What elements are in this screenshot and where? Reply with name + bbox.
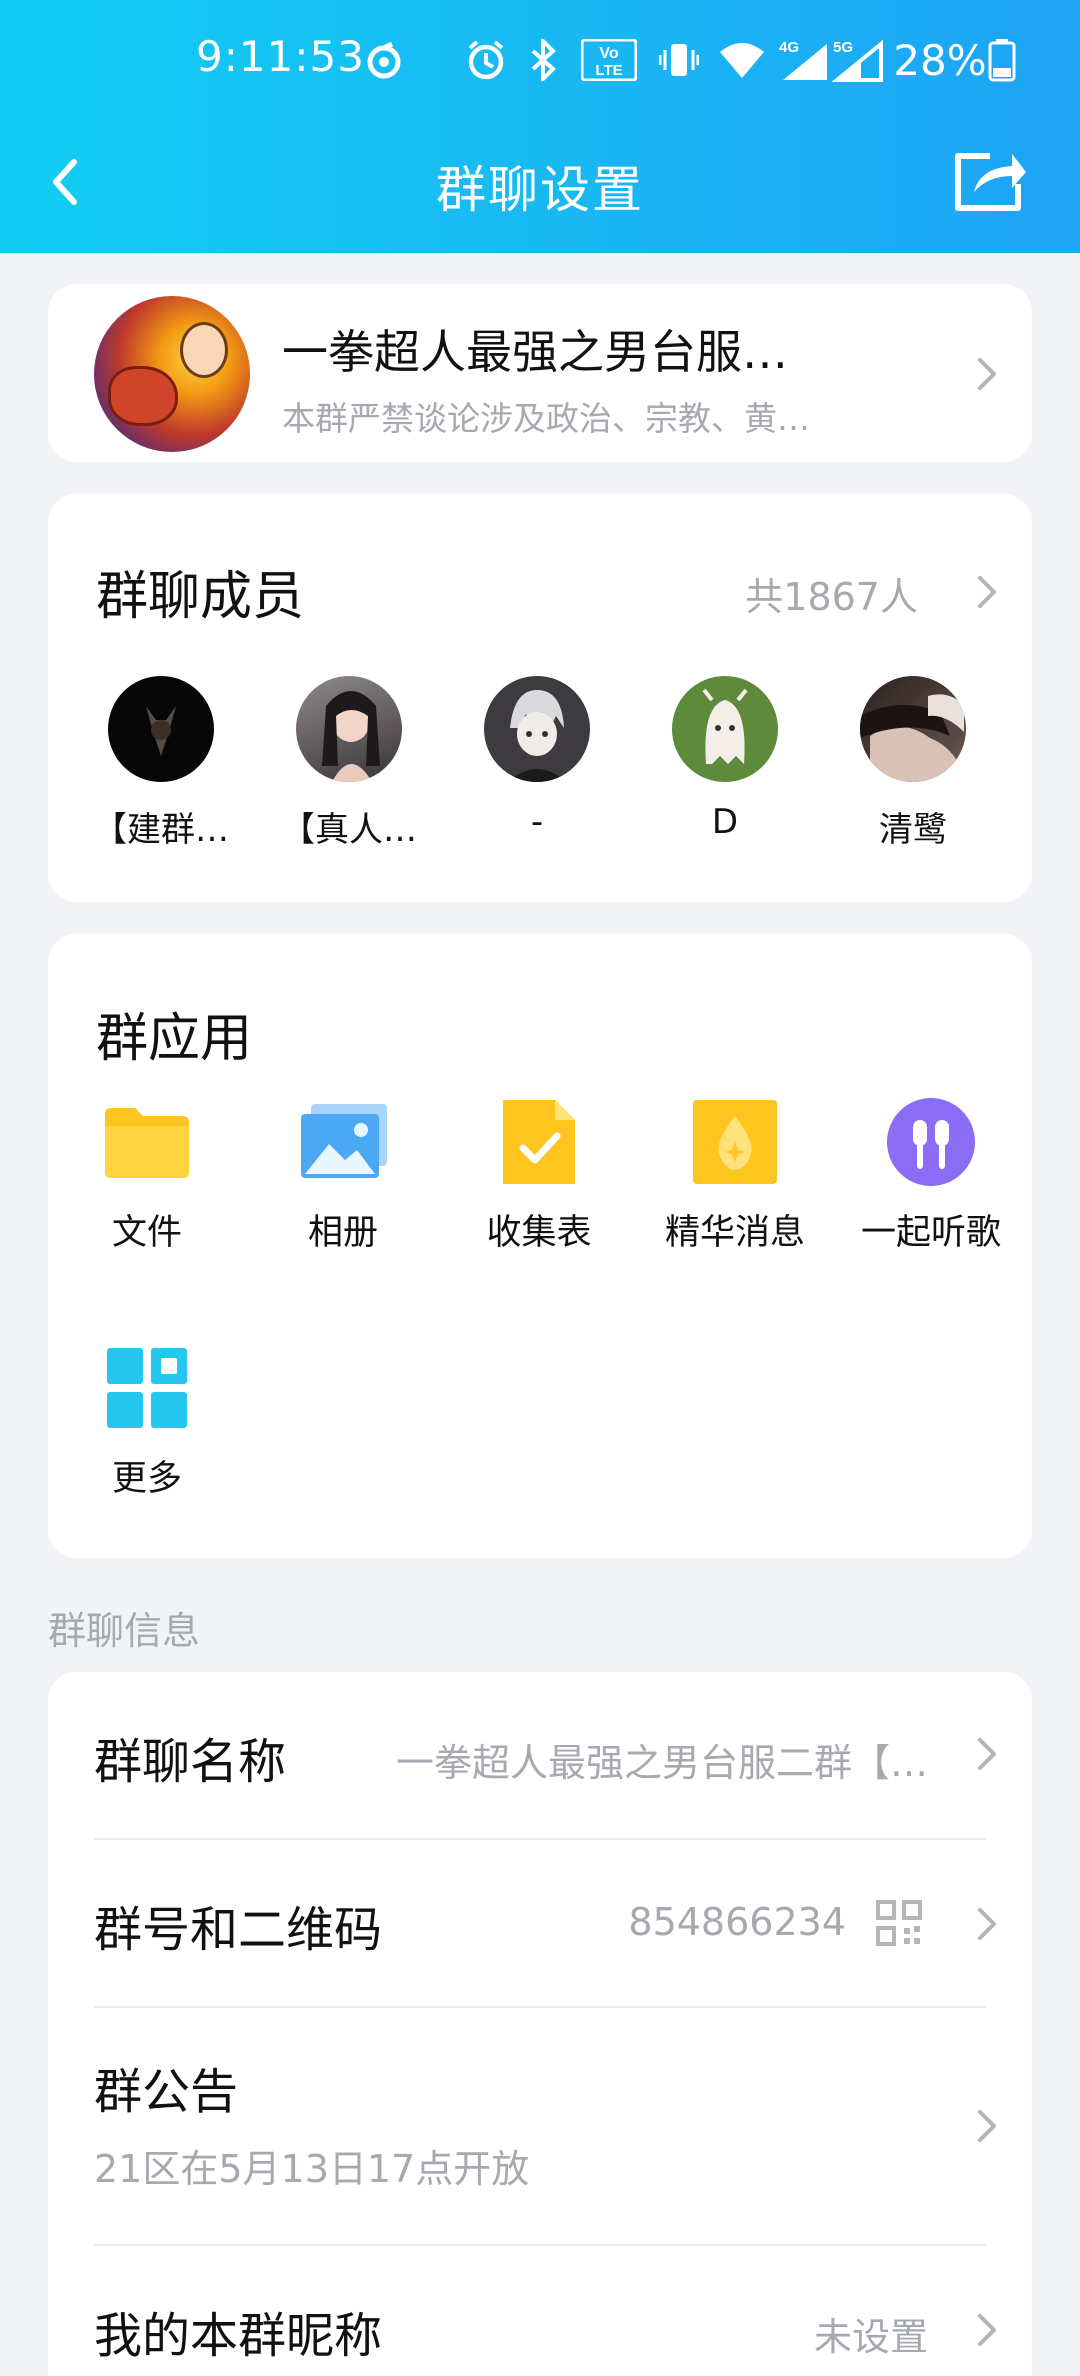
app-more[interactable]: 更多 [52,1342,242,1501]
alarm-icon [462,38,510,82]
member-avatar [296,676,402,782]
app-listen-together[interactable]: 一起听歌 [836,1096,1026,1255]
member-item[interactable]: 清鹭 [818,676,1008,851]
app-label: 收集表 [486,1213,592,1253]
share-button[interactable] [950,146,1030,216]
row-group-number-qr[interactable]: 群号和二维码 854866234 [48,1840,1032,2006]
group-profile-card[interactable]: 一拳超人最强之男台服… 本群严禁谈论涉及政治、宗教、黄… [48,284,1032,462]
qr-code-icon [876,1900,922,1946]
bluetooth-icon [526,38,562,82]
group-avatar [94,296,250,452]
member-item[interactable]: D [630,676,820,842]
row-my-group-nickname[interactable]: 我的本群昵称 未设置 [48,2246,1032,2376]
chevron-right-icon [978,2110,996,2142]
net-5g-text: 5G [833,39,853,56]
app-label: 一起听歌 [860,1213,1001,1253]
app-files[interactable]: 文件 [52,1096,242,1255]
chevron-right-icon [978,2314,996,2346]
status-time: 9:11:53 [196,32,365,81]
nav-bar: 群聊设置 [0,130,1080,230]
photo-album-icon [297,1096,389,1188]
row-value: 未设置 [813,2315,928,2359]
chevron-right-icon [978,358,996,390]
info-section-label: 群聊信息 [48,1609,201,1653]
member-count: 共1867人 [745,575,918,619]
member-item[interactable]: 【建群… [66,676,256,851]
app-album[interactable]: 相册 [248,1096,438,1255]
form-collect-icon [493,1096,585,1188]
battery-percent: 28% [893,35,987,85]
app-label: 更多 [111,1459,182,1499]
row-group-name[interactable]: 群聊名称 一拳超人最强之男台服二群【… [48,1672,1032,1838]
member-name: 【建群… [93,810,229,850]
sync-icon [362,38,406,82]
app-label: 相册 [307,1213,378,1253]
wifi-icon [716,38,768,82]
row-value: 一拳超人最强之男台服二群【… [395,1741,928,1785]
row-value: 854866234 [628,1900,846,1944]
group-info-card: 群聊名称 一拳超人最强之男台服二群【… 群号和二维码 854866234 群公告… [48,1672,1032,2376]
member-avatar [672,676,778,782]
app-label: 文件 [111,1213,182,1253]
chevron-right-icon [978,1908,996,1940]
member-avatar [108,676,214,782]
member-item[interactable]: 【真人… [254,676,444,851]
announcement-text: 21区在5月13日17点开放 [94,2147,530,2191]
header: 9:11:53 Vo LTE 4G 5G 28% 群聊设置 [0,0,1080,253]
volte-icon: Vo LTE [580,38,638,82]
members-card: 群聊成员 共1867人 【建群… 【真人… - D 清鹭 [48,494,1032,902]
member-item[interactable]: - [442,676,632,842]
vibrate-icon [658,38,700,82]
group-apps-card: 群应用 文件 相册 收集表 精华消息 一起听歌 更多 [48,934,1032,1558]
more-apps-icon [101,1342,193,1434]
volte-top-text: Vo [599,45,618,62]
row-group-announcement[interactable]: 群公告 21区在5月13日17点开放 [48,2008,1032,2244]
row-title: 群号和二维码 [94,1902,383,1958]
member-avatar [484,676,590,782]
member-name: 【真人… [281,810,417,850]
member-avatar [860,676,966,782]
member-name: - [530,802,544,842]
row-title: 我的本群昵称 [94,2308,383,2364]
row-title: 群聊名称 [94,1734,287,1790]
signal-4g-icon: 4G [776,38,832,82]
folder-icon [101,1096,193,1188]
app-essence-messages[interactable]: 精华消息 [640,1096,830,1255]
apps-title: 群应用 [96,1009,253,1069]
chevron-right-icon [978,1738,996,1770]
group-description: 本群严禁谈论涉及政治、宗教、黄… [282,399,810,438]
listen-together-icon [885,1096,977,1188]
essence-message-icon [689,1096,781,1188]
signal-5g-icon: 5G [830,38,886,82]
net-4g-text: 4G [779,39,799,56]
battery-icon [986,38,1018,82]
volte-bottom-text: LTE [595,62,622,79]
chevron-right-icon [978,576,996,608]
row-title: 群公告 [94,2064,239,2120]
group-name: 一拳超人最强之男台服… [282,325,788,379]
member-name: D [711,802,739,842]
app-form-collect[interactable]: 收集表 [444,1096,634,1255]
share-icon [955,153,1026,211]
app-label: 精华消息 [664,1213,805,1253]
status-bar: 9:11:53 Vo LTE 4G 5G 28% [0,0,1080,120]
members-title: 群聊成员 [96,567,305,627]
member-name: 清鹭 [879,810,947,850]
page-title: 群聊设置 [436,161,644,219]
